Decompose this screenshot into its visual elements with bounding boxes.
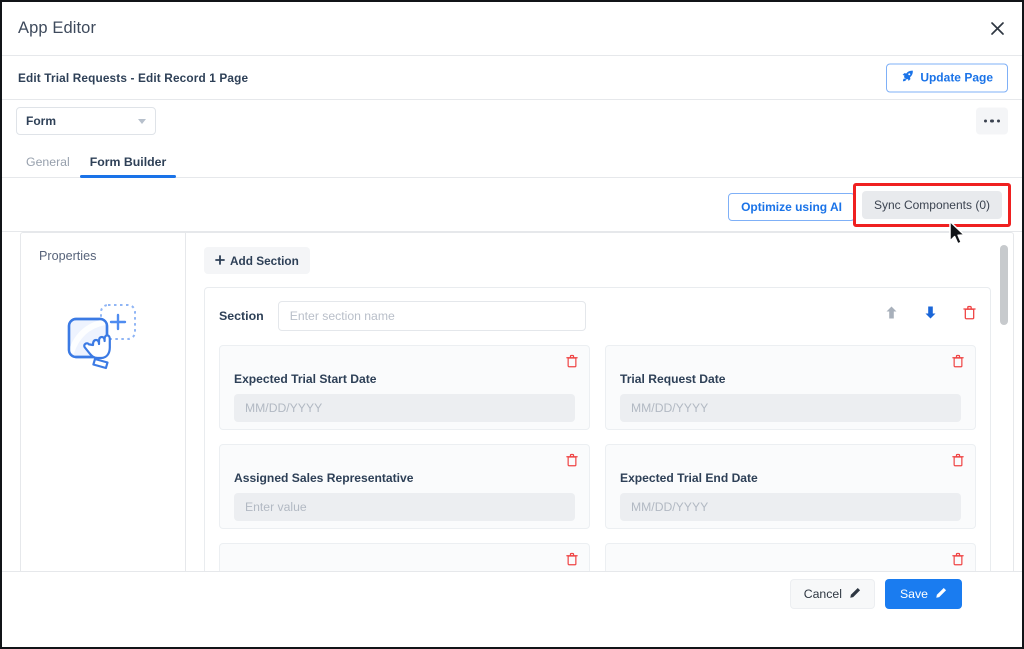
optimize-using-ai-button[interactable]: Optimize using AI xyxy=(728,193,855,221)
builder-toolbar: Optimize using AI Sync Components (0) xyxy=(2,178,1022,232)
tab-bar: General Form Builder xyxy=(2,142,1022,178)
trash-icon[interactable] xyxy=(963,305,976,320)
update-page-label: Update Page xyxy=(920,70,993,85)
ellipsis-icon xyxy=(990,119,994,123)
field-label: Assigned Sales Representative xyxy=(234,471,414,485)
section-tools xyxy=(885,305,976,320)
trash-icon[interactable] xyxy=(566,354,578,368)
trash-icon[interactable] xyxy=(952,552,964,566)
properties-title: Properties xyxy=(39,249,97,263)
cancel-button[interactable]: Cancel xyxy=(789,579,875,609)
field-label: Expected Trial Start Date xyxy=(234,372,377,386)
title-bar: App Editor xyxy=(2,2,1022,56)
ellipsis-icon xyxy=(983,119,988,123)
breadcrumb-bar: Edit Trial Requests - Edit Record 1 Page… xyxy=(2,56,1022,100)
update-page-button[interactable]: Update Page xyxy=(886,63,1008,92)
form-type-select[interactable]: Form xyxy=(16,107,156,135)
chevron-down-icon xyxy=(138,118,146,124)
section-header: Section xyxy=(219,301,976,331)
footer-actions: Cancel Save xyxy=(789,579,962,609)
breadcrumb: Edit Trial Requests - Edit Record 1 Page xyxy=(18,70,249,85)
type-select-bar: Form xyxy=(2,100,1022,142)
trash-icon[interactable] xyxy=(566,552,578,566)
cancel-label: Cancel xyxy=(803,587,842,601)
save-button[interactable]: Save xyxy=(884,579,962,609)
field-input[interactable] xyxy=(234,394,575,422)
field-label: Expected Trial End Date xyxy=(620,471,758,485)
field-card: Expected Trial End Date xyxy=(605,444,976,529)
pencil-icon xyxy=(849,587,861,602)
trash-icon[interactable] xyxy=(952,453,964,467)
sync-components-button[interactable]: Sync Components (0) xyxy=(861,191,1002,219)
section-card: Section Enter section name Expected Tria… xyxy=(204,287,991,617)
add-section-label: Add Section xyxy=(230,253,299,268)
plus-icon xyxy=(215,254,225,268)
vertical-scrollbar[interactable] xyxy=(1000,245,1008,325)
field-card: Expected Trial Start Date xyxy=(219,345,590,430)
more-options-button[interactable] xyxy=(976,107,1008,135)
arrow-up-icon[interactable] xyxy=(885,305,898,320)
ellipsis-icon xyxy=(996,119,1001,123)
tab-general[interactable]: General xyxy=(16,155,80,177)
sync-components-highlight: Sync Components (0) xyxy=(852,183,1011,227)
app-editor-window: App Editor Edit Trial Requests - Edit Re… xyxy=(0,0,1024,649)
tab-form-builder[interactable]: Form Builder xyxy=(79,155,177,178)
field-label: Trial Request Date xyxy=(620,372,726,386)
pencil-icon xyxy=(935,587,947,602)
field-card: Assigned Sales Representative xyxy=(219,444,590,529)
field-input[interactable] xyxy=(620,493,961,521)
field-card: Trial Request Date xyxy=(605,345,976,430)
close-icon[interactable] xyxy=(984,16,1010,42)
properties-panel: Properties xyxy=(21,233,186,629)
page-title: App Editor xyxy=(18,19,97,37)
section-name-input[interactable] xyxy=(277,301,586,331)
section-label: Section xyxy=(219,309,264,323)
add-section-button[interactable]: Add Section xyxy=(204,247,310,274)
rocket-icon xyxy=(901,70,914,86)
field-input[interactable] xyxy=(620,394,961,422)
save-label: Save xyxy=(899,587,928,601)
footer-bar: Cancel Save xyxy=(2,571,1022,647)
drag-drop-illustration-icon xyxy=(61,301,185,381)
arrow-down-icon[interactable] xyxy=(924,305,937,320)
field-input[interactable] xyxy=(234,493,575,521)
form-type-value: Form xyxy=(26,114,56,128)
trash-icon[interactable] xyxy=(952,354,964,368)
form-canvas: Add Section Section Enter section name E… xyxy=(186,233,1013,629)
trash-icon[interactable] xyxy=(566,453,578,467)
